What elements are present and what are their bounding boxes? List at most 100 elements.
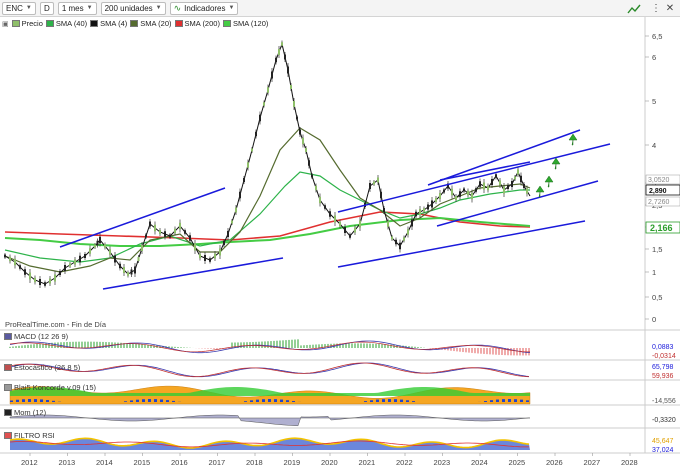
candle-body <box>119 263 121 269</box>
koncorde-blue-bar <box>406 400 409 402</box>
year-axis-label: 2027 <box>584 458 601 467</box>
candle-body <box>123 267 125 273</box>
koncorde-blue-bar <box>40 399 43 402</box>
trend-line-3-lower <box>436 180 599 227</box>
blai-pane-label[interactable]: Blai5 Koncorde v.09 (15) <box>4 383 96 392</box>
mom-area <box>9 414 531 427</box>
macd-pane-label[interactable]: MACD (12 26 9) <box>4 332 68 341</box>
mom-pane-label[interactable]: Mom (12) <box>4 408 46 417</box>
filtro-pane-label[interactable]: FILTRO RSI <box>4 431 55 440</box>
price-axis-label: 0 <box>652 315 656 324</box>
price-axis-label: 0,5 <box>652 293 662 302</box>
candle-body <box>475 188 477 192</box>
koncorde-blue-bar <box>274 399 277 402</box>
macd-label: MACD (12 26 9) <box>14 332 69 341</box>
price-tags: 3,0520 2,890 2,7260 2,166 <box>645 174 680 234</box>
koncorde-blue-bar <box>142 399 145 402</box>
candle-body <box>526 188 528 194</box>
candle-body <box>373 181 375 185</box>
candle-body <box>34 277 36 283</box>
filtro-swatch <box>4 432 12 439</box>
candle-body <box>296 116 298 120</box>
candle-body <box>517 169 519 175</box>
mom-label: Mom (12) <box>14 408 47 417</box>
candle-body <box>443 189 445 193</box>
candle-body <box>49 278 51 284</box>
candle-body <box>479 181 481 187</box>
koncorde-blue-bar <box>160 399 163 402</box>
koncorde-blue-bar <box>46 400 49 402</box>
candle-body <box>79 255 81 263</box>
chart-canvas[interactable]: 6,565432,521,510,50 3,0520 2,890 2,7260 … <box>0 0 680 468</box>
koncorde-blue-bar <box>286 400 289 402</box>
candle-body <box>423 208 425 212</box>
candle-body <box>514 176 516 180</box>
arrow-up-icon <box>544 175 554 188</box>
candle-body <box>415 211 417 217</box>
koncorde-blue-bar <box>376 399 379 402</box>
candle-body <box>114 255 116 263</box>
candle-body <box>219 248 221 256</box>
year-axis: 2012 2013 2014 2015 2016 2017 2018 2019 2020 2021… <box>21 453 638 467</box>
candle-body <box>435 198 437 202</box>
candle-body <box>499 180 501 186</box>
candle-body <box>204 255 206 261</box>
koncorde-blue-bar <box>154 399 157 402</box>
price-axis-label: 6,5 <box>652 32 662 41</box>
candle-body <box>299 129 301 135</box>
year-axis-label: 2015 <box>134 458 151 467</box>
blai-swatch <box>4 384 12 391</box>
candle-body <box>94 244 96 248</box>
candle-body <box>329 211 331 217</box>
mom-swatch <box>4 409 12 416</box>
candle-body <box>483 182 485 190</box>
candle-body <box>24 269 26 275</box>
koncorde-blue-bar <box>520 399 523 402</box>
price-tag-sma: 2,166 <box>650 223 673 233</box>
candle-body <box>99 236 101 244</box>
candle-body <box>29 272 31 280</box>
blai-label: Blai5 Koncorde v.09 (15) <box>14 383 96 392</box>
candle-body <box>339 221 341 227</box>
candle-body <box>284 54 286 60</box>
stoch-pane-label[interactable]: Estocástico (26 8 5) <box>4 363 80 372</box>
koncorde-blue-bar <box>502 399 505 402</box>
koncorde-blue-bar <box>148 399 151 402</box>
candle-body <box>54 274 56 282</box>
year-axis-label: 2012 <box>21 458 38 467</box>
koncorde-blue-bar <box>496 399 499 402</box>
koncorde-blue-bar <box>250 400 253 402</box>
koncorde-blue-bar <box>412 401 415 402</box>
candle-body <box>503 186 505 194</box>
stoch-swatch <box>4 364 12 371</box>
koncorde-blue-bar <box>166 400 169 402</box>
arrow-up-icon <box>535 185 545 198</box>
candle-body <box>359 220 361 228</box>
candle-body <box>189 235 191 241</box>
candle-body <box>395 239 397 245</box>
koncorde-blue-bar <box>256 399 259 402</box>
candle-body <box>169 234 171 238</box>
candle-body <box>334 215 336 223</box>
trend-line-1-lower <box>102 257 284 290</box>
candle-body <box>511 181 513 187</box>
koncorde-blue-bar <box>514 399 517 402</box>
candle-body <box>349 234 351 238</box>
filtro-value-1: 45,647 <box>652 438 674 445</box>
price-axis-label: 4 <box>652 141 656 150</box>
candle-body <box>315 185 317 191</box>
candle-body <box>383 208 385 212</box>
mom-value: -0,3320 <box>652 417 676 424</box>
candle-body <box>4 254 6 258</box>
candle-body <box>154 224 156 232</box>
candle-body <box>407 229 409 235</box>
trend-line-2-lower <box>337 220 586 268</box>
candle-body <box>290 85 292 89</box>
candle-body <box>403 237 405 241</box>
koncorde-blue-bar <box>400 399 403 402</box>
filtro-label: FILTRO RSI <box>14 431 55 440</box>
candle-body <box>137 257 140 261</box>
candle-body <box>311 174 313 178</box>
year-axis-label: 2028 <box>621 458 638 467</box>
candle-body <box>145 234 147 238</box>
